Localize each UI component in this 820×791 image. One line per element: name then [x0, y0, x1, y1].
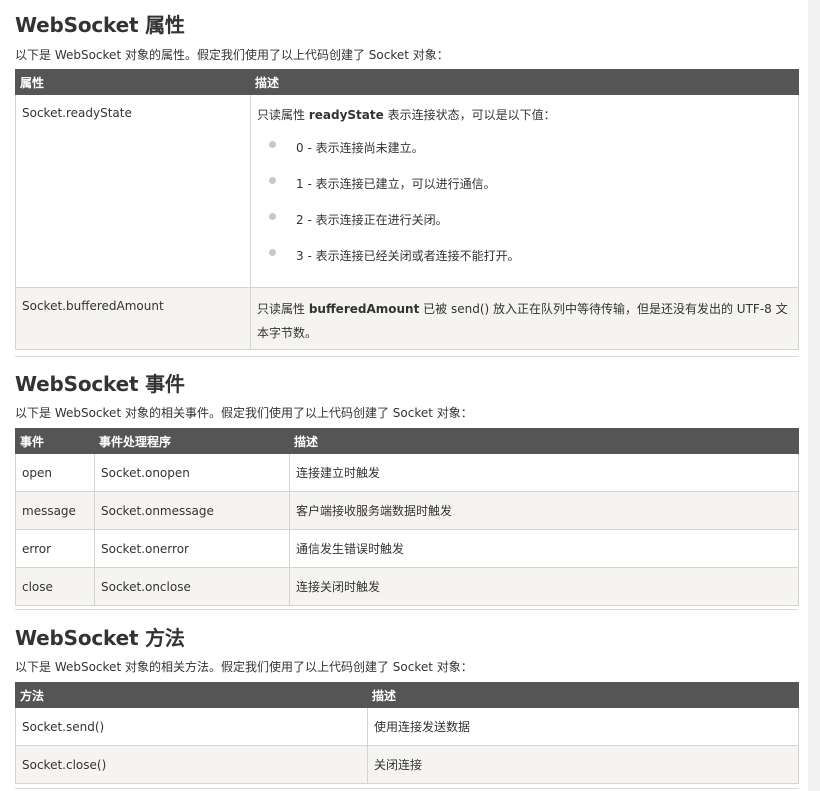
event-handler: Socket.onopen: [94, 453, 290, 492]
bullet-icon: [269, 177, 276, 184]
list-item: 2 - 表示连接正在进行关闭。: [257, 202, 792, 238]
section-divider: [15, 356, 798, 357]
property-name: Socket.readyState: [15, 94, 251, 288]
list-item: 1 - 表示连接已建立，可以进行通信。: [257, 166, 792, 202]
event-name: open: [15, 453, 95, 492]
page: WebSocket 属性 以下是 WebSocket 对象的属性。假定我们使用了…: [0, 0, 808, 791]
properties-description: 以下是 WebSocket 对象的属性。假定我们使用了以上代码创建了 Socke…: [15, 48, 449, 62]
events-title: WebSocket 事件: [15, 372, 185, 396]
bullet-icon: [269, 213, 276, 220]
event-name: close: [15, 567, 95, 606]
method-description: 使用连接发送数据: [367, 707, 799, 746]
list-item-text: 0 - 表示连接尚未建立。: [296, 141, 424, 155]
list-item-text: 3 - 表示连接已经关闭或者连接不能打开。: [296, 249, 520, 263]
event-description: 连接建立时触发: [289, 453, 799, 492]
list-item: 0 - 表示连接尚未建立。: [257, 130, 792, 166]
desc-bold: bufferedAmount: [308, 302, 420, 316]
col-header-description: 描述: [289, 428, 799, 454]
desc-prefix: 只读属性: [257, 302, 309, 316]
desc-prefix: 只读属性: [257, 108, 309, 122]
bullet-icon: [269, 249, 276, 256]
col-header-property: 属性: [15, 69, 251, 95]
event-description: 连接关闭时触发: [289, 567, 799, 606]
section-divider: [15, 788, 798, 789]
event-name: error: [15, 529, 95, 568]
table-row: message Socket.onmessage 客户端接收服务端数据时触发: [15, 491, 799, 530]
table-row: error Socket.onerror 通信发生错误时触发: [15, 529, 799, 568]
methods-table: 方法 描述 Socket.send() 使用连接发送数据 Socket.clos…: [15, 682, 799, 784]
property-description: 只读属性 bufferedAmount 已被 send() 放入正在队列中等待传…: [250, 287, 799, 350]
bullet-icon: [269, 141, 276, 148]
table-header-row: 事件 事件处理程序 描述: [15, 428, 799, 454]
properties-title: WebSocket 属性: [15, 13, 185, 37]
property-description: 只读属性 readyState 表示连接状态，可以是以下值： 0 - 表示连接尚…: [250, 94, 799, 288]
method-name: Socket.close(): [15, 745, 368, 784]
col-header-handler: 事件处理程序: [94, 428, 290, 454]
readystate-values-list: 0 - 表示连接尚未建立。 1 - 表示连接已建立，可以进行通信。 2 - 表示…: [257, 130, 792, 274]
event-description: 客户端接收服务端数据时触发: [289, 491, 799, 530]
col-header-description: 描述: [367, 682, 799, 708]
event-handler: Socket.onmessage: [94, 491, 290, 530]
property-name: Socket.bufferedAmount: [15, 287, 251, 350]
event-handler: Socket.onerror: [94, 529, 290, 568]
table-row: Socket.send() 使用连接发送数据: [15, 707, 799, 746]
method-description: 关闭连接: [367, 745, 799, 784]
properties-table: 属性 描述 Socket.readyState 只读属性 readyState …: [15, 69, 799, 350]
col-header-description: 描述: [250, 69, 799, 95]
table-row: Socket.readyState 只读属性 readyState 表示连接状态…: [15, 94, 799, 288]
table-row: Socket.close() 关闭连接: [15, 745, 799, 784]
events-description: 以下是 WebSocket 对象的相关事件。假定我们使用了以上代码创建了 Soc…: [15, 406, 473, 420]
table-row: open Socket.onopen 连接建立时触发: [15, 453, 799, 492]
list-item-text: 1 - 表示连接已建立，可以进行通信。: [296, 177, 496, 191]
table-row: Socket.bufferedAmount 只读属性 bufferedAmoun…: [15, 287, 799, 350]
section-divider: [15, 609, 798, 610]
desc-suffix: 表示连接状态，可以是以下值：: [383, 108, 556, 122]
desc-bold: readyState: [308, 108, 384, 122]
table-header-row: 属性 描述: [15, 69, 799, 95]
col-header-event: 事件: [15, 428, 95, 454]
event-handler: Socket.onclose: [94, 567, 290, 606]
table-row: close Socket.onclose 连接关闭时触发: [15, 567, 799, 606]
methods-title: WebSocket 方法: [15, 626, 185, 650]
events-table: 事件 事件处理程序 描述 open Socket.onopen 连接建立时触发 …: [15, 428, 799, 606]
event-description: 通信发生错误时触发: [289, 529, 799, 568]
methods-description: 以下是 WebSocket 对象的相关方法。假定我们使用了以上代码创建了 Soc…: [15, 660, 473, 674]
list-item-text: 2 - 表示连接正在进行关闭。: [296, 213, 448, 227]
col-header-method: 方法: [15, 682, 368, 708]
list-item: 3 - 表示连接已经关闭或者连接不能打开。: [257, 238, 792, 274]
readystate-desc: 只读属性 readyState 表示连接状态，可以是以下值：: [257, 106, 792, 130]
table-header-row: 方法 描述: [15, 682, 799, 708]
event-name: message: [15, 491, 95, 530]
method-name: Socket.send(): [15, 707, 368, 746]
